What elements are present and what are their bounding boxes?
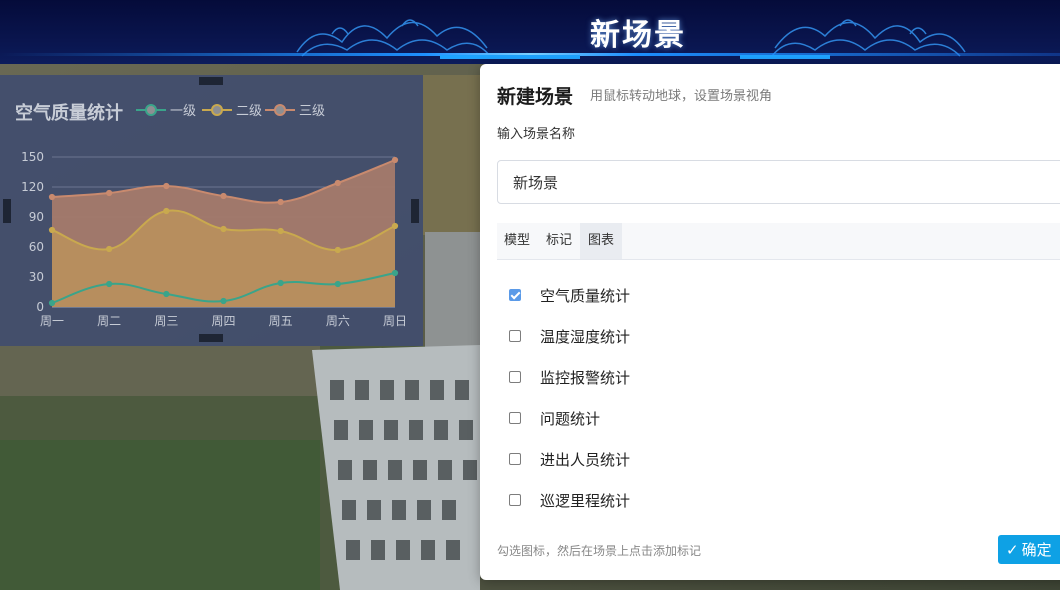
scene-name-input[interactable]: [497, 160, 1060, 204]
checkbox-temp-humidity[interactable]: [509, 330, 521, 342]
option-air-quality[interactable]: 空气质量统计: [509, 285, 630, 305]
x-tick-label: 周五: [269, 314, 293, 328]
new-scene-dialog: 新建场景 用鼠标转动地球，设置场景视角 输入场景名称 模型 标记 图表 空气质量…: [480, 64, 1060, 580]
check-icon: ✓: [1006, 540, 1019, 559]
scene-name-label: 输入场景名称: [497, 127, 576, 142]
data-point: [48, 193, 56, 201]
data-point: [277, 227, 284, 235]
area-chart: 0 30 60 90 120 150 周一 周二 周三 周四 周五 周六 周日: [21, 150, 407, 328]
data-point: [163, 207, 170, 215]
y-tick-label: 120: [21, 180, 44, 194]
y-tick-label: 90: [29, 210, 44, 224]
data-point: [220, 297, 227, 305]
data-point: [220, 192, 227, 200]
x-tick-label: 周日: [383, 314, 407, 328]
data-point: [106, 280, 113, 288]
footer-hint: 勾选图标，然后在场景上点击添加标记: [497, 544, 702, 558]
data-point: [48, 299, 56, 307]
option-issues[interactable]: 问题统计: [509, 408, 600, 428]
y-tick-label: 0: [36, 300, 44, 314]
data-point: [220, 225, 227, 233]
x-tick-label: 周六: [326, 314, 350, 328]
data-point: [106, 189, 113, 197]
option-label: 监控报警统计: [540, 368, 631, 387]
option-monitor-alarm[interactable]: 监控报警统计: [509, 367, 630, 387]
tab-model[interactable]: 模型: [497, 223, 537, 259]
banner-glow-accent-right: [740, 55, 830, 59]
air-quality-chart-panel[interactable]: 空气质量统计 一级 二级 三级 0 30 60 90 120 150 周一 周二 周三 周四 周五周…: [0, 75, 423, 346]
data-point: [334, 179, 341, 187]
dialog-title: 新建场景: [497, 86, 574, 108]
data-point: [163, 290, 170, 298]
top-banner: 新场景: [0, 0, 1060, 64]
confirm-button[interactable]: ✓ 确定: [998, 535, 1060, 564]
data-point: [277, 279, 284, 287]
y-tick-label: 150: [21, 150, 44, 164]
data-point: [334, 280, 341, 288]
option-personnel-access[interactable]: 进出人员统计: [509, 449, 630, 469]
checkbox-issues[interactable]: [509, 412, 521, 424]
option-label: 进出人员统计: [540, 450, 631, 469]
x-tick-label: 周四: [211, 314, 235, 328]
data-point: [334, 246, 341, 254]
tab-chart[interactable]: 图表: [580, 223, 622, 259]
banner-glow-accent-left: [440, 55, 580, 59]
data-point: [106, 245, 113, 253]
option-label: 问题统计: [540, 409, 601, 428]
option-temp-humidity[interactable]: 温度湿度统计: [509, 326, 630, 346]
data-point: [277, 198, 284, 206]
option-label: 温度湿度统计: [540, 327, 631, 346]
checkbox-patrol-mileage[interactable]: [509, 494, 521, 506]
data-point: [391, 222, 399, 230]
data-point: [391, 269, 399, 277]
x-tick-label: 周二: [97, 314, 121, 328]
data-point: [391, 156, 399, 164]
data-point: [48, 226, 56, 234]
dialog-hint: 用鼠标转动地球，设置场景视角: [590, 89, 773, 104]
tab-bar: 模型 标记 图表: [497, 223, 1060, 260]
option-patrol-mileage[interactable]: 巡逻里程统计: [509, 490, 630, 510]
option-label: 巡逻里程统计: [540, 491, 631, 510]
confirm-button-label: 确定: [1021, 541, 1052, 559]
checkbox-air-quality[interactable]: [509, 289, 521, 301]
checkbox-personnel-access[interactable]: [509, 453, 521, 465]
x-tick-label: 周一: [40, 314, 64, 328]
y-tick-label: 30: [29, 270, 44, 284]
tab-marker[interactable]: 标记: [539, 223, 579, 259]
y-tick-label: 60: [29, 240, 44, 254]
data-point: [163, 182, 170, 190]
option-label: 空气质量统计: [540, 286, 631, 305]
x-tick-label: 周三: [154, 314, 178, 328]
checkbox-monitor-alarm[interactable]: [509, 371, 521, 383]
